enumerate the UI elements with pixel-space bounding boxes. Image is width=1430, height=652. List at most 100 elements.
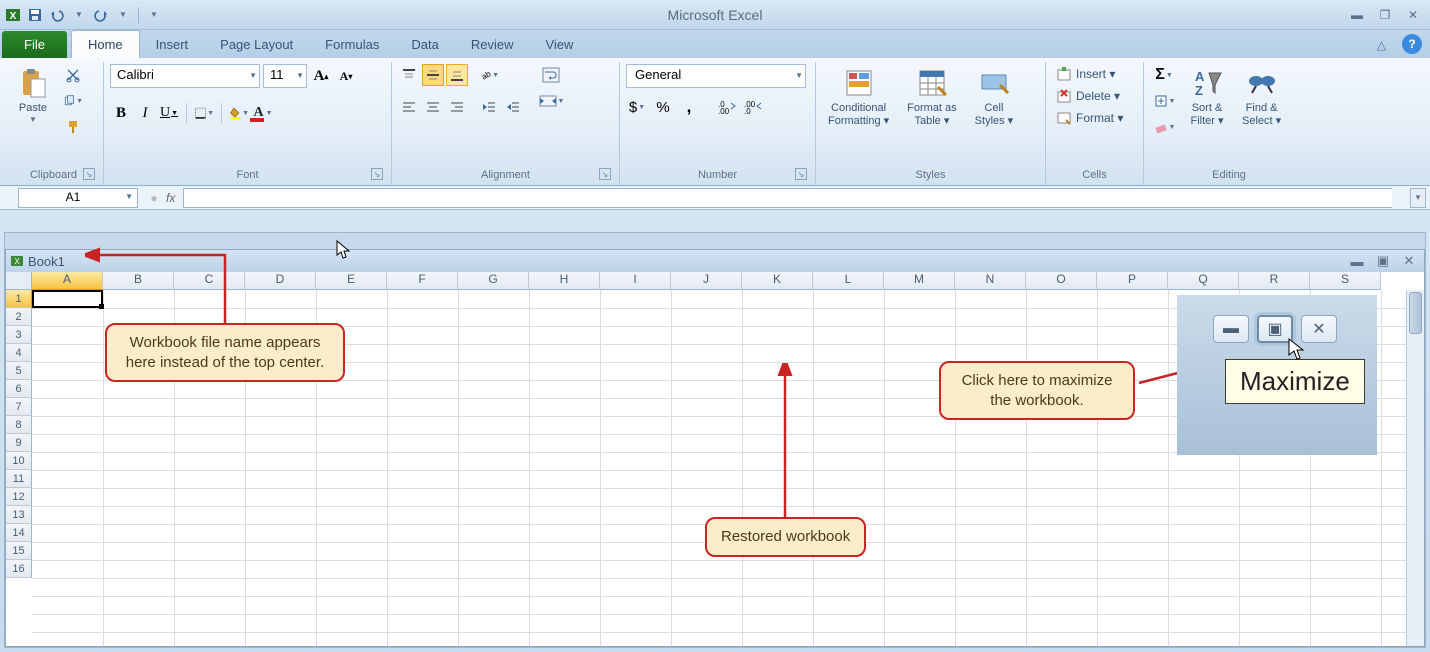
- number-format-select[interactable]: General ▼: [626, 64, 806, 88]
- fx-icon[interactable]: fx: [166, 191, 175, 205]
- row-header[interactable]: 6: [6, 380, 32, 398]
- align-top-icon[interactable]: [398, 64, 420, 86]
- tab-formulas[interactable]: Formulas: [309, 31, 395, 58]
- wrap-text-icon[interactable]: [536, 64, 566, 86]
- column-header[interactable]: L: [813, 272, 884, 290]
- format-as-table-button[interactable]: Format as Table ▾: [901, 64, 963, 130]
- row-header[interactable]: 14: [6, 524, 32, 542]
- underline-button[interactable]: U▼: [158, 102, 180, 124]
- sort-filter-button[interactable]: AZ Sort & Filter ▾: [1184, 64, 1230, 130]
- column-header[interactable]: M: [884, 272, 955, 290]
- cancel-formula-icon[interactable]: ●: [146, 191, 162, 205]
- undo-icon[interactable]: [48, 6, 66, 24]
- column-header[interactable]: F: [387, 272, 458, 290]
- row-header[interactable]: 15: [6, 542, 32, 560]
- column-header[interactable]: N: [955, 272, 1026, 290]
- close-window-icon[interactable]: ✕: [1402, 7, 1424, 23]
- accounting-format-icon[interactable]: $▼: [626, 96, 648, 118]
- row-header[interactable]: 8: [6, 416, 32, 434]
- increase-indent-icon[interactable]: [502, 96, 524, 118]
- name-box[interactable]: A1 ▼: [0, 188, 138, 208]
- paste-button[interactable]: Paste ▼: [10, 64, 56, 126]
- fill-icon[interactable]: ▼: [1150, 90, 1178, 112]
- help-icon[interactable]: ?: [1402, 34, 1422, 54]
- copy-icon[interactable]: ▼: [62, 90, 84, 112]
- tab-review[interactable]: Review: [455, 31, 530, 58]
- row-header[interactable]: 4: [6, 344, 32, 362]
- insert-cells-button[interactable]: Insert ▾: [1052, 64, 1127, 84]
- font-name-select[interactable]: Calibri ▼: [110, 64, 260, 88]
- align-left-icon[interactable]: [398, 96, 420, 118]
- row-header[interactable]: 3: [6, 326, 32, 344]
- qat-customize-icon[interactable]: ▼: [145, 6, 163, 24]
- shrink-font-icon[interactable]: A▾: [335, 65, 357, 87]
- font-color-icon[interactable]: A▼: [252, 102, 274, 124]
- tab-file[interactable]: File: [2, 31, 67, 58]
- italic-button[interactable]: I: [134, 102, 156, 124]
- row-header[interactable]: 2: [6, 308, 32, 326]
- workbook-close-icon[interactable]: ✕: [1398, 253, 1420, 269]
- cut-icon[interactable]: [62, 64, 84, 86]
- column-header[interactable]: Q: [1168, 272, 1239, 290]
- orientation-icon[interactable]: ab▼: [478, 64, 500, 86]
- align-bottom-icon[interactable]: [446, 64, 468, 86]
- font-size-select[interactable]: 11 ▼: [263, 64, 307, 88]
- column-header[interactable]: E: [316, 272, 387, 290]
- column-header[interactable]: I: [600, 272, 671, 290]
- decrease-indent-icon[interactable]: [478, 96, 500, 118]
- row-header[interactable]: 9: [6, 434, 32, 452]
- font-dialog-launcher-icon[interactable]: ↘: [371, 168, 383, 180]
- row-header[interactable]: 1: [6, 290, 32, 308]
- tab-insert[interactable]: Insert: [140, 31, 205, 58]
- undo-dropdown-icon[interactable]: ▼: [70, 6, 88, 24]
- bold-button[interactable]: B: [110, 102, 132, 124]
- align-center-icon[interactable]: [422, 96, 444, 118]
- tab-home[interactable]: Home: [71, 30, 140, 58]
- workbook-maximize-icon[interactable]: ▣: [1372, 253, 1394, 269]
- workbook-minimize-icon[interactable]: ▬: [1346, 253, 1368, 269]
- clipboard-dialog-launcher-icon[interactable]: ↘: [83, 168, 95, 180]
- column-header[interactable]: J: [671, 272, 742, 290]
- selected-cell[interactable]: [32, 290, 103, 308]
- column-header[interactable]: G: [458, 272, 529, 290]
- decrease-decimal-icon[interactable]: .00.0: [742, 96, 764, 118]
- tab-data[interactable]: Data: [395, 31, 454, 58]
- percent-format-icon[interactable]: %: [652, 96, 674, 118]
- row-header[interactable]: 12: [6, 488, 32, 506]
- row-header[interactable]: 16: [6, 560, 32, 578]
- redo-dropdown-icon[interactable]: ▼: [114, 6, 132, 24]
- conditional-formatting-button[interactable]: Conditional Formatting ▾: [822, 64, 895, 130]
- column-header[interactable]: P: [1097, 272, 1168, 290]
- autosum-icon[interactable]: Σ▼: [1150, 64, 1178, 86]
- column-header[interactable]: S: [1310, 272, 1381, 290]
- formula-input[interactable]: [183, 188, 1392, 208]
- row-header[interactable]: 11: [6, 470, 32, 488]
- find-select-button[interactable]: Find & Select ▾: [1236, 64, 1287, 130]
- column-header[interactable]: B: [103, 272, 174, 290]
- row-header[interactable]: 10: [6, 452, 32, 470]
- save-icon[interactable]: [26, 6, 44, 24]
- align-right-icon[interactable]: [446, 96, 468, 118]
- column-header[interactable]: O: [1026, 272, 1097, 290]
- fill-handle[interactable]: [99, 304, 104, 309]
- minimize-window-icon[interactable]: ▬: [1346, 7, 1368, 23]
- minimize-ribbon-icon[interactable]: △: [1377, 38, 1386, 52]
- tab-page-layout[interactable]: Page Layout: [204, 31, 309, 58]
- fill-color-icon[interactable]: ▼: [228, 102, 250, 124]
- cell-styles-button[interactable]: Cell Styles ▾: [969, 64, 1020, 130]
- row-header[interactable]: 13: [6, 506, 32, 524]
- number-dialog-launcher-icon[interactable]: ↘: [795, 168, 807, 180]
- column-header[interactable]: A: [32, 272, 103, 290]
- select-all-box[interactable]: [6, 272, 32, 290]
- align-middle-icon[interactable]: [422, 64, 444, 86]
- increase-decimal-icon[interactable]: .0.00: [716, 96, 738, 118]
- clear-icon[interactable]: ▼: [1150, 116, 1178, 138]
- delete-cells-button[interactable]: Delete ▾: [1052, 86, 1127, 106]
- format-painter-icon[interactable]: [62, 116, 84, 138]
- comma-format-icon[interactable]: ,: [678, 96, 700, 118]
- merge-center-icon[interactable]: ▼: [536, 90, 566, 112]
- column-header[interactable]: C: [174, 272, 245, 290]
- restore-window-icon[interactable]: ❐: [1374, 7, 1396, 23]
- column-header[interactable]: H: [529, 272, 600, 290]
- column-header[interactable]: D: [245, 272, 316, 290]
